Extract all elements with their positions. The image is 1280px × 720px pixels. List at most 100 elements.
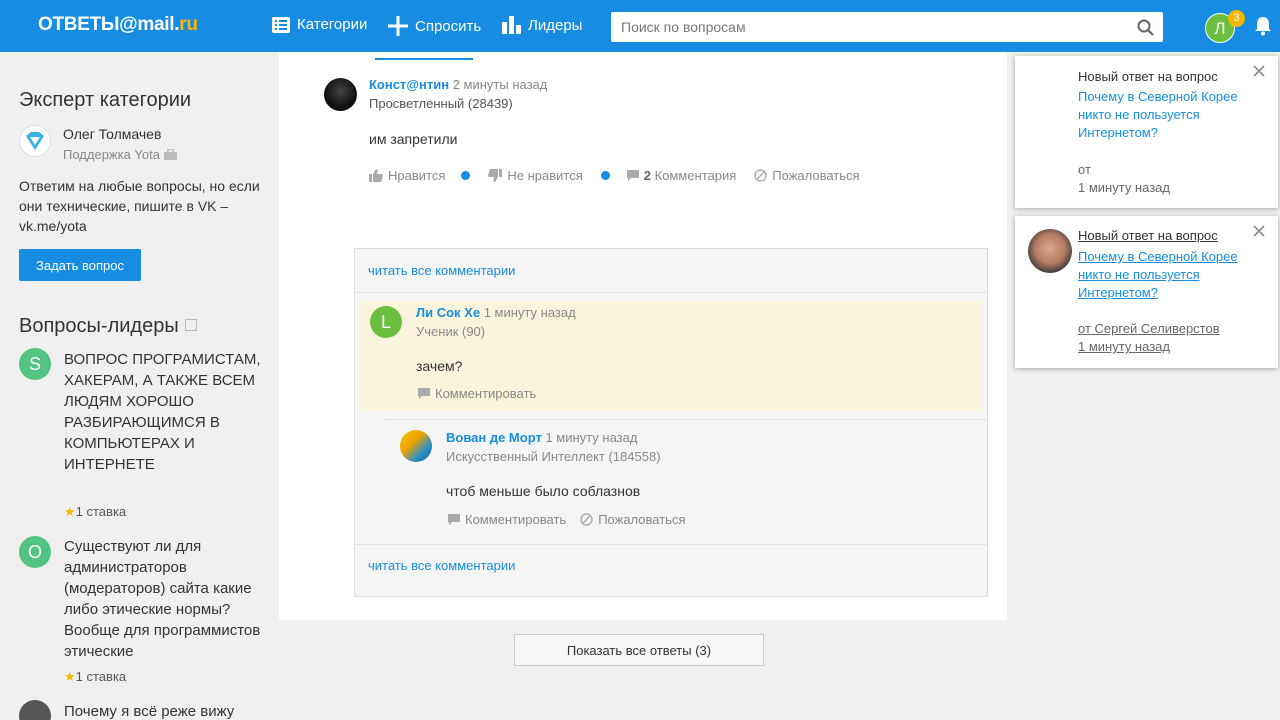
list-icon (272, 16, 290, 33)
notification-popup: Новый ответ на вопрос Почему в Северной … (1015, 56, 1278, 208)
like-marker (461, 171, 471, 180)
comment-author: Ли Сок Хе 1 минуту назад (416, 305, 576, 320)
answer-author-rank: Просветленный (28439) (369, 96, 513, 111)
leaders-title-label: Вопросы-лидеры (19, 315, 179, 337)
block-icon (754, 169, 767, 182)
answer-author-name[interactable]: Конст@нтин (369, 77, 449, 92)
answer-author: Конст@нтин 2 минуты назад (369, 77, 547, 92)
nav-ask-label: Спросить (415, 17, 482, 35)
close-icon[interactable] (1252, 224, 1266, 238)
bets-label: 1 ставка (75, 504, 127, 519)
leader-question-link[interactable]: Существуют ли для администраторов (модер… (64, 536, 264, 662)
leader-question-bets: ★1 ставка (64, 669, 126, 685)
divider (355, 292, 987, 293)
nav-leaders-label: Лидеры (528, 16, 583, 34)
notification-time[interactable]: 1 минуту назад (1078, 339, 1170, 354)
expert-description: Ответим на любые вопросы, но если они те… (19, 178, 260, 234)
report-label: Пожаловаться (598, 512, 686, 527)
leader-question-link[interactable]: Почему я всё реже вижу (64, 701, 264, 720)
close-icon[interactable] (1252, 64, 1266, 78)
notification-from[interactable]: от Сергей Селиверстов (1078, 321, 1220, 336)
comments-count-label: Комментария (654, 168, 737, 183)
answer-text: им запретили (369, 131, 458, 147)
report-button[interactable]: Пожаловаться (580, 512, 686, 527)
left-sidebar: Эксперт категории Олег Толмачев Поддержк… (0, 52, 278, 720)
answer-time: 2 минуты назад (452, 77, 548, 92)
divider (355, 544, 987, 545)
leader-question-bets: ★1 ставка (64, 504, 126, 520)
notification-from: от (1078, 162, 1091, 177)
leader-question-link[interactable]: ВОПРОС ПРОГРАМИСТАМ, ХАКЕРАМ, А ТАКЖЕ ВС… (64, 349, 264, 475)
comment-actions: Комментировать Пожаловаться (448, 512, 686, 527)
comments-count: 2 Комментария (644, 168, 737, 183)
bar-chart-icon (502, 16, 521, 34)
thumbs-up-icon (369, 169, 383, 182)
comment-icon (448, 513, 460, 525)
notification-sender-avatar[interactable] (1028, 229, 1072, 273)
comment-author-name[interactable]: Вован де Морт (446, 430, 542, 445)
answer-author-avatar[interactable] (324, 78, 357, 111)
leader-question-avatar[interactable]: O (19, 536, 51, 568)
comments-count-number: 2 (643, 168, 651, 183)
top-bar: ОТВЕТЫ@mail.ru Категории Спросить Лидеры… (0, 0, 1280, 52)
briefcase-icon (163, 148, 177, 160)
like-label: Нравится (388, 168, 446, 183)
nav-leaders[interactable]: Лидеры (502, 16, 582, 34)
notification-question-link[interactable]: Почему в Северной Корее никто не пользуе… (1078, 88, 1258, 142)
nav-categories[interactable]: Категории (272, 16, 367, 33)
leader-question-avatar[interactable] (19, 700, 51, 720)
comment-reply-label: Комментировать (465, 512, 567, 527)
comment-reply-button[interactable]: Комментировать (418, 386, 536, 401)
comment-author-avatar[interactable]: L (370, 306, 402, 338)
comment-reply-label: Комментировать (435, 386, 537, 401)
notification-popup: Новый ответ на вопрос Почему в Северной … (1015, 216, 1278, 368)
read-all-comments-link[interactable]: читать все комментарии (368, 558, 515, 573)
bets-label: 1 ставка (75, 669, 127, 684)
comments-link[interactable]: 2 Комментария (626, 168, 737, 183)
expert-avatar[interactable] (19, 125, 51, 157)
dislike-button[interactable]: Не нравится (488, 168, 583, 183)
comment-author-name[interactable]: Ли Сок Хе (416, 305, 480, 320)
leaders-title: Вопросы-лидеры (19, 315, 197, 338)
comment-text: чтоб меньше было соблазнов (446, 483, 641, 499)
comments-block: читать все комментарии L Ли Сок Хе 1 мин… (354, 248, 988, 597)
like-button[interactable]: Нравится (369, 168, 445, 183)
search-box (611, 12, 1163, 42)
yota-logo-icon (26, 132, 44, 150)
read-all-comments-link[interactable]: читать все комментарии (368, 263, 515, 278)
thumbs-down-icon (488, 169, 503, 182)
ask-question-button[interactable]: Задать вопрос (19, 249, 141, 281)
comment-author-rank: Искусственный Интеллект (184558) (446, 449, 661, 464)
expert-org-label: Поддержка Yota (63, 147, 160, 162)
dislike-label: Не нравится (507, 168, 583, 183)
help-icon[interactable] (184, 318, 197, 331)
answer-actions: Нравится Не нравится 2 Комментария Пожал… (369, 168, 860, 183)
leader-question-avatar[interactable]: S (19, 348, 51, 380)
divider (385, 419, 987, 420)
comment-text: зачем? (416, 358, 463, 374)
show-all-answers-button[interactable]: Показать все ответы (3) (514, 634, 764, 666)
search-input[interactable] (611, 12, 1131, 42)
expert-title: Эксперт категории (19, 89, 192, 111)
answer-panel: Конст@нтин 2 минуты назад Просветленный … (279, 52, 1007, 620)
report-button[interactable]: Пожаловаться (754, 168, 860, 183)
expert-org: Поддержка Yota (63, 147, 177, 162)
report-label: Пожаловаться (772, 168, 860, 183)
comment-item: L Ли Сок Хе 1 минуту назад Ученик (90) з… (360, 301, 982, 411)
notification-title[interactable]: Новый ответ на вопрос (1078, 228, 1218, 243)
notification-question-link[interactable]: Почему в Северной Корее никто не пользуе… (1078, 248, 1258, 302)
comment-reply-button[interactable]: Комментировать (448, 512, 566, 527)
comment-author-avatar[interactable] (400, 430, 432, 462)
nav-ask[interactable]: Спросить (388, 16, 481, 36)
dislike-marker (600, 171, 610, 180)
comment-author: Вован де Морт 1 минуту назад (446, 430, 637, 445)
comment-icon (626, 169, 639, 181)
comment-actions: Комментировать (418, 386, 536, 401)
site-logo[interactable]: ОТВЕТЫ@mail.ru (38, 14, 198, 36)
bell-icon[interactable] (1254, 16, 1272, 36)
comment-time: 1 минуту назад (483, 305, 576, 320)
star-icon: ★ (64, 669, 76, 684)
search-icon[interactable] (1137, 19, 1154, 36)
expert-name[interactable]: Олег Толмачев (63, 126, 161, 142)
notification-title: Новый ответ на вопрос (1078, 69, 1218, 84)
